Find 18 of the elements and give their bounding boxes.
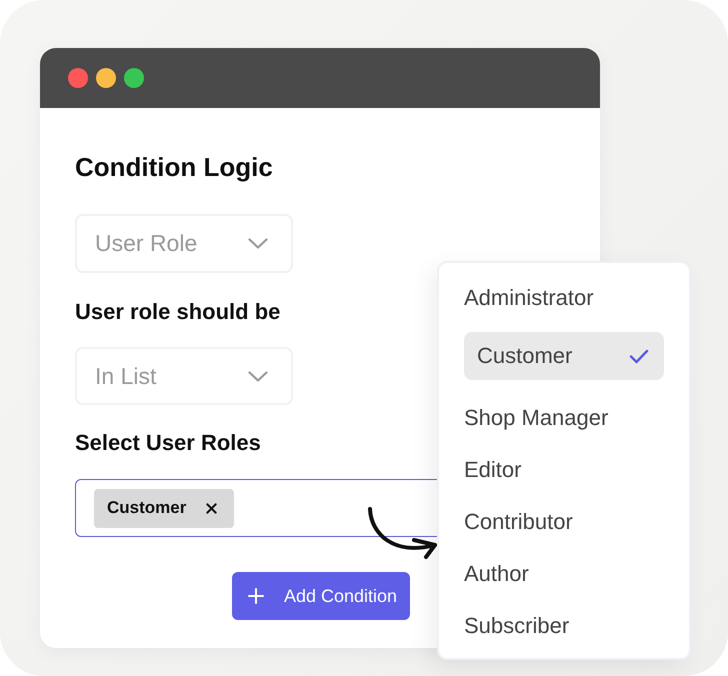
section-heading: Condition Logic: [75, 152, 273, 183]
close-icon[interactable]: [206, 502, 218, 514]
menu-item[interactable]: Author: [464, 548, 664, 600]
chevron-down-icon: [248, 238, 268, 249]
field-label: Select User Roles: [75, 430, 261, 456]
window-minimize-icon[interactable]: [96, 68, 116, 88]
menu-item[interactable]: Subscriber: [464, 600, 664, 652]
plus-icon: [248, 588, 264, 604]
tag-label: Customer: [107, 498, 186, 518]
window-close-icon[interactable]: [68, 68, 88, 88]
window-maximize-icon[interactable]: [124, 68, 144, 88]
checkmark-icon: [629, 348, 649, 364]
menu-item[interactable]: Administrator: [464, 272, 664, 324]
add-condition-button[interactable]: Add Condition: [232, 572, 410, 620]
menu-item[interactable]: Customer: [464, 332, 664, 380]
field-label: User role should be: [75, 299, 280, 325]
menu-item[interactable]: Shop Manager: [464, 392, 664, 444]
chevron-down-icon: [248, 370, 268, 382]
